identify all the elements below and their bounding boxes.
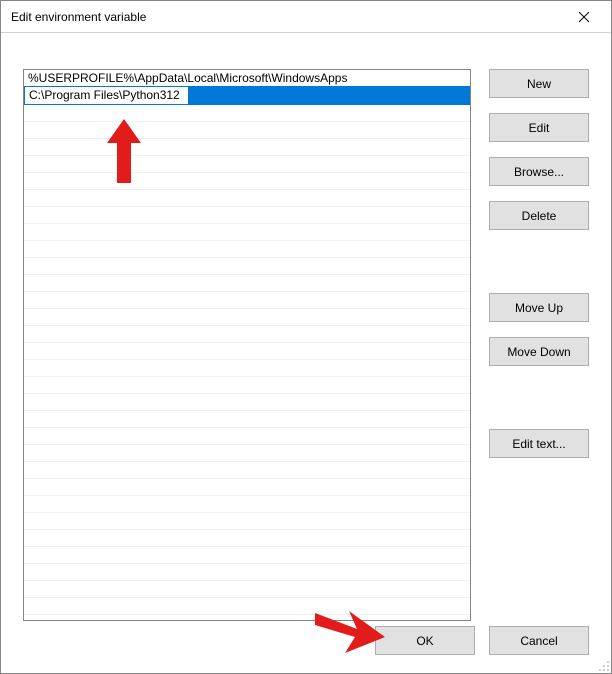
delete-button[interactable]: Delete — [489, 201, 589, 230]
path-entry-empty[interactable] — [24, 122, 470, 139]
path-entries-list[interactable]: %USERPROFILE%\AppData\Local\Microsoft\Wi… — [23, 69, 471, 621]
path-entry-empty[interactable] — [24, 428, 470, 445]
path-entry-empty[interactable] — [24, 156, 470, 173]
path-entry-empty[interactable] — [24, 394, 470, 411]
path-entry-empty[interactable] — [24, 105, 470, 122]
move-up-button[interactable]: Move Up — [489, 293, 589, 322]
path-entry-empty[interactable] — [24, 615, 470, 621]
path-entry-editing[interactable] — [24, 86, 470, 105]
path-entry-empty[interactable] — [24, 547, 470, 564]
path-entry-empty[interactable] — [24, 207, 470, 224]
path-entry-empty[interactable] — [24, 377, 470, 394]
path-entry-empty[interactable] — [24, 513, 470, 530]
path-entry-empty[interactable] — [24, 292, 470, 309]
path-entry-input[interactable] — [25, 87, 188, 104]
close-button[interactable] — [567, 3, 601, 31]
resize-grip-icon[interactable] — [595, 657, 609, 671]
path-entry-empty[interactable] — [24, 530, 470, 547]
path-entry-empty[interactable] — [24, 326, 470, 343]
path-entry[interactable]: %USERPROFILE%\AppData\Local\Microsoft\Wi… — [24, 70, 470, 87]
path-entry-empty[interactable] — [24, 445, 470, 462]
path-entry-empty[interactable] — [24, 224, 470, 241]
path-entry-empty[interactable] — [24, 360, 470, 377]
close-icon — [579, 12, 589, 22]
path-entry-empty[interactable] — [24, 496, 470, 513]
edit-button[interactable]: Edit — [489, 113, 589, 142]
titlebar: Edit environment variable — [1, 1, 611, 33]
ok-button[interactable]: OK — [375, 626, 475, 655]
path-entry-empty[interactable] — [24, 462, 470, 479]
side-button-column: New Edit Browse... Delete Move Up Move D… — [489, 69, 589, 473]
path-entry-empty[interactable] — [24, 411, 470, 428]
path-entry-empty[interactable] — [24, 173, 470, 190]
edit-text-button[interactable]: Edit text... — [489, 429, 589, 458]
dialog-title: Edit environment variable — [11, 10, 146, 24]
path-entry-empty[interactable] — [24, 479, 470, 496]
path-entry-empty[interactable] — [24, 258, 470, 275]
path-entry-empty[interactable] — [24, 241, 470, 258]
path-entry-empty[interactable] — [24, 139, 470, 156]
new-button[interactable]: New — [489, 69, 589, 98]
path-entry-empty[interactable] — [24, 190, 470, 207]
edit-env-var-dialog: Edit environment variable %USERPROFILE%\… — [0, 0, 612, 674]
dialog-content: %USERPROFILE%\AppData\Local\Microsoft\Wi… — [1, 33, 611, 673]
path-entry-empty[interactable] — [24, 343, 470, 360]
path-entry-empty[interactable] — [24, 275, 470, 292]
path-entry-empty[interactable] — [24, 564, 470, 581]
move-down-button[interactable]: Move Down — [489, 337, 589, 366]
browse-button[interactable]: Browse... — [489, 157, 589, 186]
bottom-button-row: OK Cancel — [375, 626, 589, 655]
path-entry-empty[interactable] — [24, 309, 470, 326]
cancel-button[interactable]: Cancel — [489, 626, 589, 655]
path-entry-empty[interactable] — [24, 581, 470, 598]
path-entry-empty[interactable] — [24, 598, 470, 615]
